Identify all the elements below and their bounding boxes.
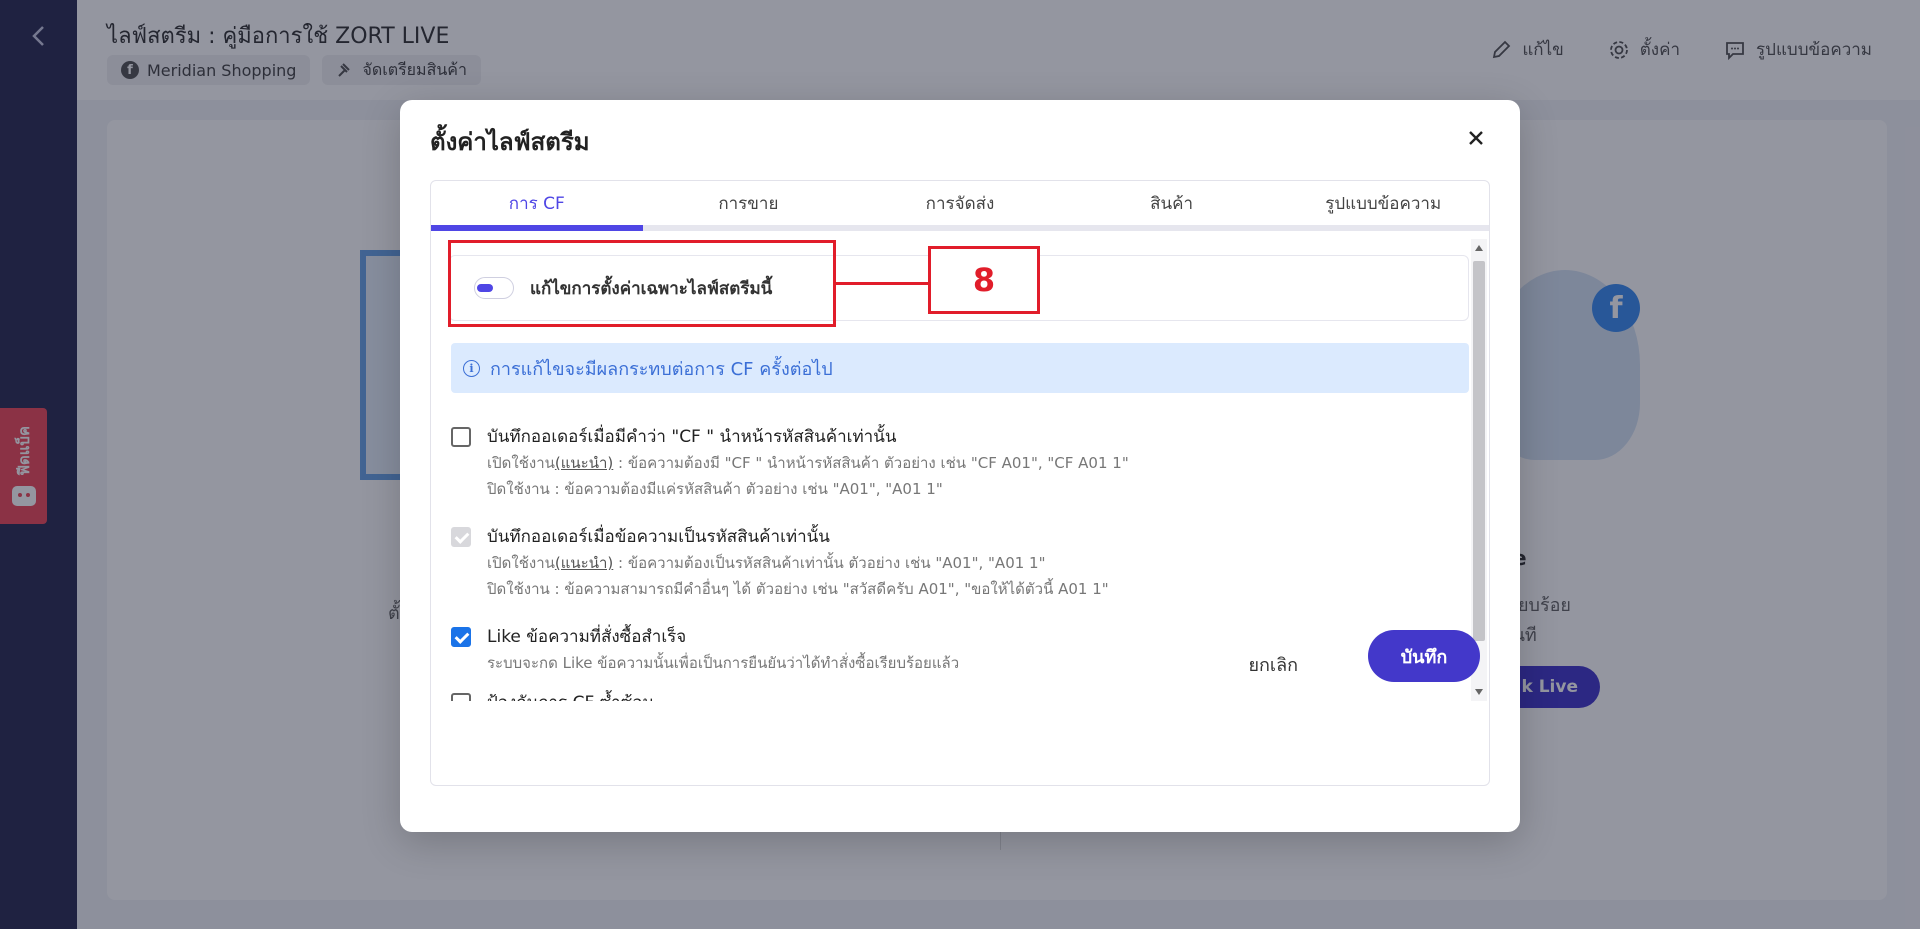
- tab-shipping[interactable]: การจัดส่ง: [854, 181, 1066, 225]
- option-desc-off: ปิดใช้งาน : ข้อความสามารถมีคำอื่นๆ ได้ ต…: [487, 580, 1109, 598]
- cancel-button[interactable]: ยกเลิก: [1248, 650, 1298, 679]
- recommended-link: (แนะนำ): [554, 554, 614, 572]
- modal-title: ตั้งค่าไลฟ์สตรีม: [430, 128, 590, 156]
- recommended-link: (แนะนำ): [554, 454, 614, 472]
- save-button[interactable]: บันทึก: [1368, 630, 1480, 682]
- option-cf-prefix: บันทึกออเดอร์เมื่อมีคำว่า "CF " นำหน้ารห…: [451, 423, 1461, 502]
- tab-cf[interactable]: การ CF: [431, 181, 643, 231]
- annotation-highlight-box: [448, 240, 836, 327]
- scroll-up-icon[interactable]: [1475, 245, 1483, 251]
- close-button[interactable]: [1462, 124, 1490, 152]
- annotation-number: 8: [928, 246, 1040, 314]
- option-code-only: บันทึกออเดอร์เมื่อข้อความเป็นรหัสสินค้าเ…: [451, 523, 1461, 602]
- option-desc-on: เปิดใช้งาน(แนะนำ) : ข้อความต้องมี "CF " …: [487, 454, 1129, 472]
- code-only-checkbox[interactable]: [451, 526, 471, 547]
- scroll-thumb[interactable]: [1473, 261, 1485, 641]
- cf-prefix-checkbox[interactable]: [451, 426, 471, 447]
- option-label: บันทึกออเดอร์เมื่อมีคำว่า "CF " นำหน้ารห…: [487, 427, 897, 447]
- tab-products[interactable]: สินค้า: [1066, 181, 1278, 225]
- close-icon: [1469, 131, 1483, 145]
- tab-sales[interactable]: การขาย: [643, 181, 855, 225]
- option-desc-on: เปิดใช้งาน(แนะนำ) : ข้อความต้องเป็นรหัสส…: [487, 554, 1046, 572]
- info-text: การแก้ไขจะมีผลกระทบต่อการ CF ครั้งต่อไป: [490, 358, 833, 380]
- modal-footer: ยกเลิก บันทึก: [430, 620, 1490, 706]
- annotation-connector: [836, 282, 928, 285]
- tab-message-format[interactable]: รูปแบบข้อความ: [1277, 181, 1489, 225]
- info-banner: i การแก้ไขจะมีผลกระทบต่อการ CF ครั้งต่อไ…: [451, 343, 1469, 393]
- livestream-settings-modal: ตั้งค่าไลฟ์สตรีม การ CF การขาย การจัดส่ง…: [400, 100, 1520, 832]
- info-icon: i: [463, 359, 480, 377]
- option-label: บันทึกออเดอร์เมื่อข้อความเป็นรหัสสินค้าเ…: [487, 527, 830, 547]
- option-desc-off: ปิดใช้งาน : ข้อความต้องมีแค่รหัสสินค้า ต…: [487, 480, 943, 498]
- settings-tabs: การ CF การขาย การจัดส่ง สินค้า รูปแบบข้อ…: [431, 181, 1489, 231]
